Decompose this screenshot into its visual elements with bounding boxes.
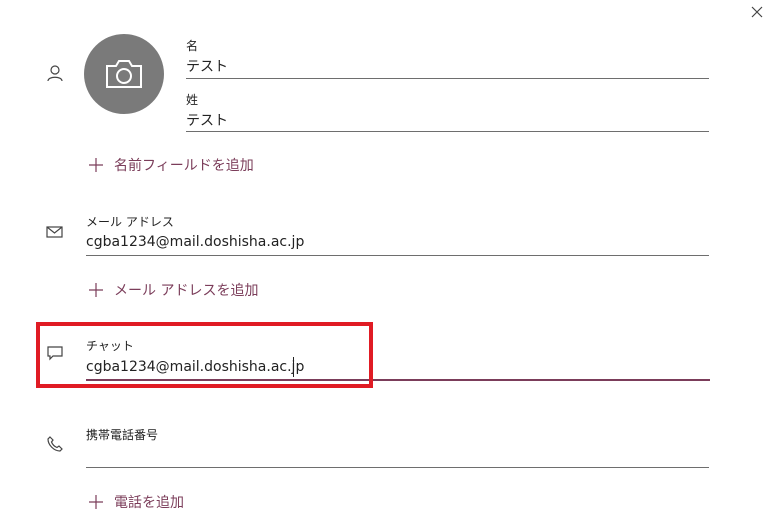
person-icon bbox=[46, 64, 66, 84]
plus-icon bbox=[89, 283, 103, 297]
last-name-field[interactable] bbox=[186, 110, 706, 130]
first-name-field[interactable] bbox=[186, 56, 706, 76]
last-name-label: 姓 bbox=[186, 93, 199, 107]
email-underline bbox=[86, 255, 709, 256]
email-field[interactable] bbox=[86, 232, 706, 252]
add-name-field-label: 名前フィールドを追加 bbox=[114, 158, 254, 174]
add-phone-button[interactable]: 電話を追加 bbox=[88, 492, 184, 512]
highlight-box bbox=[36, 322, 373, 388]
email-label: メール アドレス bbox=[86, 215, 174, 229]
add-name-field-button[interactable]: 名前フィールドを追加 bbox=[88, 155, 254, 175]
camera-icon bbox=[106, 60, 142, 88]
plus-icon bbox=[89, 158, 103, 172]
first-name-label: 名 bbox=[186, 39, 199, 53]
phone-icon bbox=[46, 435, 66, 455]
phone-label: 携帯電話番号 bbox=[86, 428, 159, 442]
close-button[interactable] bbox=[750, 4, 765, 20]
phone-underline bbox=[86, 467, 709, 468]
mail-icon bbox=[46, 224, 66, 244]
add-email-label: メール アドレスを追加 bbox=[114, 283, 259, 299]
first-name-underline bbox=[186, 78, 709, 79]
phone-field[interactable] bbox=[86, 445, 706, 465]
add-photo-button[interactable] bbox=[84, 34, 164, 114]
last-name-underline bbox=[186, 131, 709, 132]
add-phone-label: 電話を追加 bbox=[114, 495, 184, 511]
close-icon bbox=[751, 6, 763, 18]
add-email-button[interactable]: メール アドレスを追加 bbox=[88, 280, 258, 300]
plus-icon bbox=[89, 495, 103, 509]
